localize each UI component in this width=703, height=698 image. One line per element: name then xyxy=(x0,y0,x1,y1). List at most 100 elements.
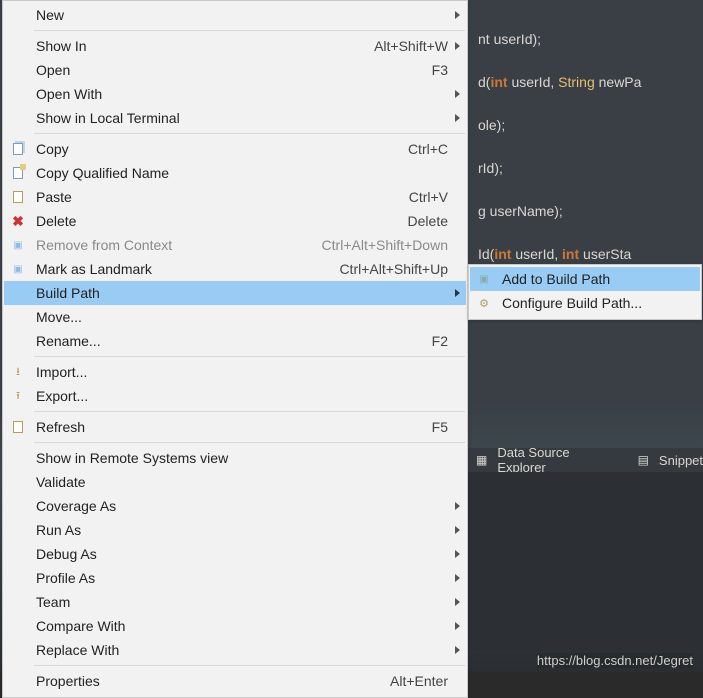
copy-qualified-icon xyxy=(10,165,26,181)
code-line: Id(int userId, int userSta xyxy=(478,246,631,262)
menu-profile-as[interactable]: Profile As xyxy=(4,566,466,590)
menu-label: Add to Build Path xyxy=(502,271,690,287)
menu-move[interactable]: Move... xyxy=(4,305,466,329)
menu-run-as[interactable]: Run As xyxy=(4,518,466,542)
build-path-submenu: ▣ Add to Build Path ⚙ Configure Build Pa… xyxy=(468,264,702,320)
menu-show-local-terminal[interactable]: Show in Local Terminal xyxy=(4,106,466,130)
separator xyxy=(34,442,465,443)
chevron-right-icon xyxy=(455,11,460,19)
separator xyxy=(34,30,465,31)
menu-remove-from-context: ▣ Remove from Context Ctrl+Alt+Shift+Dow… xyxy=(4,233,466,257)
tab-data-source-explorer[interactable]: Data Source Explorer xyxy=(497,445,621,475)
menu-shortcut: F2 xyxy=(432,333,448,349)
menu-open-with[interactable]: Open With xyxy=(4,82,466,106)
menu-team[interactable]: Team xyxy=(4,590,466,614)
separator xyxy=(34,133,465,134)
menu-label: Remove from Context xyxy=(36,237,322,253)
landmark-icon: ▣ xyxy=(10,261,26,277)
context-remove-icon: ▣ xyxy=(10,237,26,253)
menu-label: Export... xyxy=(36,388,448,404)
menu-export[interactable]: ⭱ Export... xyxy=(4,384,466,408)
context-menu: New Show In Alt+Shift+W Open F3 Open Wit… xyxy=(2,0,468,698)
menu-copy[interactable]: Copy Ctrl+C xyxy=(4,137,466,161)
code-line: rId); xyxy=(478,160,503,176)
menu-debug-as[interactable]: Debug As xyxy=(4,542,466,566)
copy-icon xyxy=(10,141,26,157)
menu-label: Paste xyxy=(36,189,409,205)
import-icon: ⭳ xyxy=(10,364,26,380)
jar-icon: ▣ xyxy=(476,271,492,287)
submenu-add-to-build-path[interactable]: ▣ Add to Build Path xyxy=(470,267,700,291)
menu-shortcut: Alt+Shift+W xyxy=(374,38,448,54)
menu-shortcut: F5 xyxy=(432,419,448,435)
menu-shortcut: Ctrl+Alt+Shift+Up xyxy=(339,261,448,277)
lower-panel xyxy=(468,472,703,650)
menu-validate[interactable]: Validate xyxy=(4,470,466,494)
menu-label: Open With xyxy=(36,86,448,102)
code-line: ole); xyxy=(478,117,505,133)
menu-label: Rename... xyxy=(36,333,432,349)
chevron-right-icon xyxy=(455,502,460,510)
separator xyxy=(34,411,465,412)
menu-shortcut: F3 xyxy=(432,62,448,78)
menu-mark-as-landmark[interactable]: ▣ Mark as Landmark Ctrl+Alt+Shift+Up xyxy=(4,257,466,281)
separator xyxy=(34,665,465,666)
separator xyxy=(34,356,465,357)
menu-compare-with[interactable]: Compare With xyxy=(4,614,466,638)
menu-label: Compare With xyxy=(36,618,448,634)
refresh-icon xyxy=(10,419,26,435)
menu-show-remote-systems[interactable]: Show in Remote Systems view xyxy=(4,446,466,470)
menu-label: Delete xyxy=(36,213,408,229)
chevron-right-icon xyxy=(455,42,460,50)
data-source-icon: ▦ xyxy=(476,453,487,467)
menu-import[interactable]: ⭳ Import... xyxy=(4,360,466,384)
chevron-right-icon xyxy=(455,598,460,606)
menu-label: Properties xyxy=(36,673,390,689)
menu-label: Show In xyxy=(36,38,374,54)
submenu-configure-build-path[interactable]: ⚙ Configure Build Path... xyxy=(470,291,700,315)
chevron-right-icon xyxy=(455,114,460,122)
menu-refresh[interactable]: Refresh F5 xyxy=(4,415,466,439)
menu-label: Configure Build Path... xyxy=(502,295,690,311)
menu-build-path[interactable]: Build Path xyxy=(4,281,466,305)
chevron-right-icon xyxy=(455,646,460,654)
menu-label: Move... xyxy=(36,309,448,325)
menu-new[interactable]: New xyxy=(4,3,466,27)
menu-shortcut: Alt+Enter xyxy=(390,673,448,689)
delete-icon: ✖ xyxy=(10,213,26,229)
menu-properties[interactable]: Properties Alt+Enter xyxy=(4,669,466,693)
menu-shortcut: Ctrl+C xyxy=(408,141,448,157)
menu-label: Debug As xyxy=(36,546,448,562)
menu-label: Team xyxy=(36,594,448,610)
menu-label: Coverage As xyxy=(36,498,448,514)
menu-shortcut: Delete xyxy=(408,213,448,229)
tab-snippets[interactable]: Snippet xyxy=(659,453,703,468)
menu-coverage-as[interactable]: Coverage As xyxy=(4,494,466,518)
chevron-right-icon xyxy=(455,550,460,558)
code-line: g userName); xyxy=(478,203,563,219)
chevron-right-icon xyxy=(455,574,460,582)
menu-rename[interactable]: Rename... F2 xyxy=(4,329,466,353)
menu-label: Profile As xyxy=(36,570,448,586)
chevron-right-icon xyxy=(455,622,460,630)
paste-icon xyxy=(10,189,26,205)
menu-label: Build Path xyxy=(36,285,448,301)
menu-copy-qualified-name[interactable]: Copy Qualified Name xyxy=(4,161,466,185)
menu-shortcut: Ctrl+Alt+Shift+Down xyxy=(322,237,448,253)
menu-paste[interactable]: Paste Ctrl+V xyxy=(4,185,466,209)
menu-label: Copy Qualified Name xyxy=(36,165,448,181)
menu-show-in[interactable]: Show In Alt+Shift+W xyxy=(4,34,466,58)
menu-open[interactable]: Open F3 xyxy=(4,58,466,82)
menu-label: Mark as Landmark xyxy=(36,261,339,277)
menu-shortcut: Ctrl+V xyxy=(409,189,448,205)
chevron-right-icon xyxy=(455,289,460,297)
code-line: nt userId); xyxy=(478,31,541,47)
menu-replace-with[interactable]: Replace With xyxy=(4,638,466,662)
menu-delete[interactable]: ✖ Delete Delete xyxy=(4,209,466,233)
snippets-icon: ▤ xyxy=(638,453,649,467)
menu-label: Import... xyxy=(36,364,448,380)
export-icon: ⭱ xyxy=(10,388,26,404)
menu-label: Validate xyxy=(36,474,448,490)
views-tab-bar: ▦ Data Source Explorer ▤ Snippet xyxy=(468,448,703,472)
menu-label: Copy xyxy=(36,141,408,157)
